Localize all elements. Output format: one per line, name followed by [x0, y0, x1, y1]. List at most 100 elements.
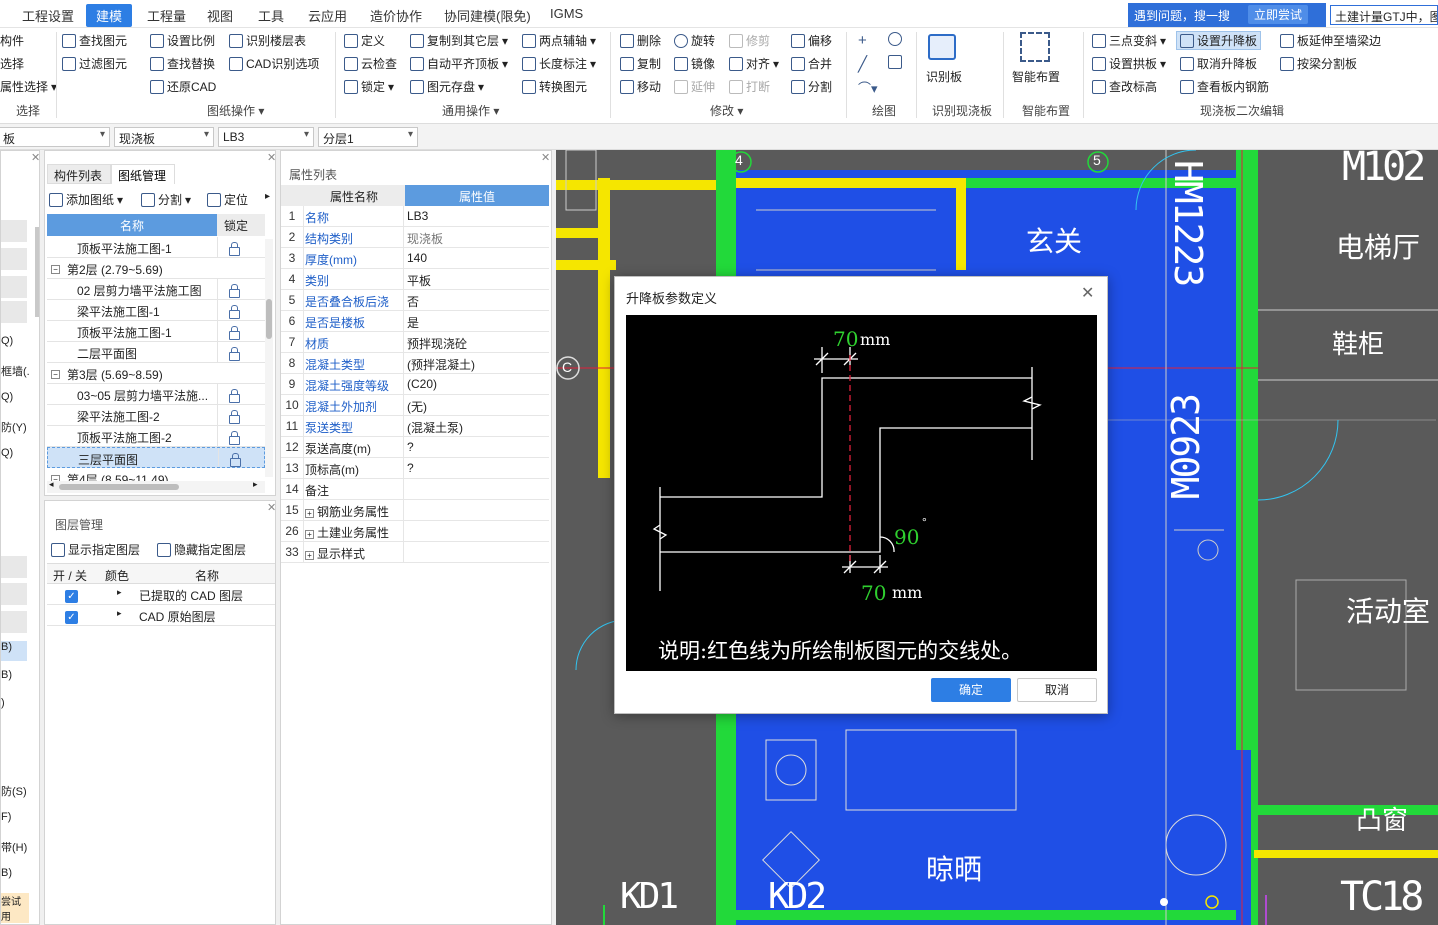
lock-icon[interactable] [229, 305, 240, 320]
mirror-button[interactable]: 镜像 [674, 55, 715, 72]
length-dimension-button[interactable]: 长度标注 ▾ [522, 55, 596, 72]
menu-igms[interactable]: IGMS [550, 6, 583, 21]
menu-project-settings[interactable]: 工程设置 [22, 6, 74, 25]
property-row[interactable]: 2 结构类别 现浇板 [281, 227, 549, 248]
check-elevation-button[interactable]: 查改标高 [1092, 78, 1157, 95]
menu-quantity[interactable]: 工程量 [147, 6, 186, 25]
strip-label[interactable]: 防(S) [1, 783, 27, 799]
lock-button[interactable]: 锁定 ▾ [344, 78, 394, 95]
strip-label[interactable]: 带(H) [1, 839, 27, 855]
property-row[interactable]: 11 泵送类型 (混凝土泵) [281, 416, 549, 437]
menu-view[interactable]: 视图 [207, 6, 233, 25]
strip-label[interactable]: 框墙(. [1, 363, 30, 379]
lock-icon[interactable] [229, 347, 240, 362]
tab-drawing-manager[interactable]: 图纸管理 [111, 164, 175, 184]
more-icon[interactable]: ▸ [265, 191, 270, 202]
close-icon[interactable]: ✕ [267, 501, 276, 514]
lock-icon[interactable] [229, 284, 240, 299]
layer-row[interactable]: ✓ ▸ CAD 原始图层 [47, 605, 275, 626]
view-slab-rebar-button[interactable]: 查看板内钢筋 [1180, 78, 1269, 95]
extend-slab-to-beam-button[interactable]: 板延伸至墙梁边 [1280, 32, 1381, 49]
close-icon[interactable]: ✕ [267, 151, 276, 164]
strip-item[interactable] [1, 301, 27, 323]
split-by-beam-button[interactable]: 按梁分割板 [1280, 55, 1357, 72]
draw-circle-tool[interactable] [888, 32, 902, 46]
point-select-button[interactable]: 选择 [0, 55, 24, 72]
draw-arc-tool[interactable]: ⌒▾ [858, 78, 878, 97]
expand-icon[interactable]: + [305, 509, 314, 518]
layer-row[interactable]: ✓ ▸ 已提取的 CAD 图层 [47, 584, 275, 605]
copy-to-other-floor-button[interactable]: 复制到其它层 ▾ [410, 32, 508, 49]
find-element-button[interactable]: 查找图元 [62, 32, 127, 49]
auto-align-top-button[interactable]: 自动平齐顶板 ▾ [410, 55, 508, 72]
drawing-row[interactable]: 二层平面图 [47, 342, 265, 363]
tree-hscrollbar[interactable]: ◂ ▸ [47, 479, 265, 493]
property-value[interactable]: 140 [407, 251, 427, 265]
layer-toggle-checkbox[interactable]: ✓ [65, 609, 78, 624]
move-button[interactable]: 移动 [620, 78, 661, 95]
tree-scroll-thumb[interactable] [266, 299, 272, 339]
identify-slab-button[interactable]: 识别板 [926, 68, 962, 85]
close-icon[interactable]: ✕ [541, 151, 550, 164]
strip-item[interactable] [1, 583, 27, 605]
property-row[interactable]: 8 混凝土类型 (预拌混凝土) [281, 353, 549, 374]
property-value[interactable]: ? [407, 440, 414, 454]
scroll-left-icon[interactable]: ◂ [49, 479, 54, 490]
attribute-select-button[interactable]: 属性选择 ▾ [0, 78, 57, 95]
cancel-button[interactable]: 取消 [1017, 678, 1097, 702]
bottom-offset-value[interactable]: 70 [861, 581, 886, 605]
strip-label[interactable]: B) [1, 641, 27, 661]
expand-icon[interactable]: + [305, 551, 314, 560]
strip-item[interactable] [1, 611, 27, 633]
identify-floor-table-button[interactable]: 识别楼层表 [229, 32, 306, 49]
draw-point-tool[interactable]: + [858, 32, 867, 49]
property-row[interactable]: 4 类别 平板 [281, 269, 549, 290]
add-drawing-button[interactable]: 添加图纸 ▾ [49, 191, 123, 208]
align-button[interactable]: 对齐 ▾ [729, 55, 779, 72]
strip-label[interactable]: Q) [1, 447, 13, 459]
property-row[interactable]: 33 + 显示样式 [281, 542, 549, 563]
hide-layer-button[interactable]: 隐藏指定图层 [157, 541, 246, 558]
property-value[interactable]: 预拌现浇砼 [407, 335, 467, 352]
cancel-raise-lower-button[interactable]: 取消升降板 [1180, 55, 1257, 72]
property-row[interactable]: 12 泵送高度(m)? [281, 437, 549, 458]
type-select[interactable]: 现浇板 [114, 127, 214, 147]
close-icon[interactable]: ✕ [31, 151, 40, 164]
drawing-row[interactable]: 顶板平法施工图-2 [47, 426, 265, 447]
set-raise-lower-slab-button[interactable]: 设置升降板 [1176, 31, 1262, 50]
three-point-slope-button[interactable]: 三点变斜 ▾ [1092, 32, 1166, 49]
menu-cost-collab[interactable]: 造价协作 [370, 6, 422, 25]
cad-options-button[interactable]: CAD识别选项 [229, 55, 319, 72]
menu-modeling[interactable]: 建模 [86, 4, 133, 27]
property-value[interactable]: 平板 [407, 272, 431, 289]
drawing-row[interactable]: 梁平法施工图-1 [47, 300, 265, 321]
property-row[interactable]: 15 + 钢筋业务属性 [281, 500, 549, 521]
lock-icon[interactable] [229, 242, 240, 257]
split-button[interactable]: 分割 [791, 78, 832, 95]
category-select[interactable]: 板 [0, 127, 110, 147]
show-layer-button[interactable]: 显示指定图层 [51, 541, 140, 558]
copy-button[interactable]: 复制 [620, 55, 661, 72]
draw-line-tool[interactable]: ╱ [858, 55, 867, 73]
convert-element-button[interactable]: 转换图元 [522, 78, 587, 95]
strip-label[interactable]: Q) [1, 335, 13, 347]
property-value[interactable]: 现浇板 [407, 230, 443, 247]
two-point-axis-button[interactable]: 两点辅轴 ▾ [522, 32, 596, 49]
drawing-row[interactable]: 梁平法施工图-2 [47, 405, 265, 426]
locate-button[interactable]: 定位 [207, 191, 248, 208]
set-arch-slab-button[interactable]: 设置拱板 ▾ [1092, 55, 1166, 72]
drawing-row[interactable]: 三层平面图 [47, 447, 265, 468]
lock-icon[interactable] [229, 410, 240, 425]
find-replace-button[interactable]: 查找替换 [150, 55, 215, 72]
property-value[interactable]: ? [407, 461, 414, 475]
close-icon[interactable]: ✕ [1081, 283, 1094, 303]
floor-group-row[interactable]: − 第4层 (8.59~11.49) [47, 468, 265, 481]
drawing-row[interactable]: 顶板平法施工图-1 [47, 321, 265, 342]
strip-label[interactable]: B) [1, 867, 12, 879]
strip-item[interactable] [1, 276, 27, 298]
expand-icon[interactable]: ▸ [117, 587, 122, 598]
filter-element-button[interactable]: 过滤图元 [62, 55, 127, 72]
break-button[interactable]: 打断 [729, 78, 770, 95]
try-now-button[interactable]: 立即尝试 [1248, 5, 1309, 24]
lock-icon[interactable] [229, 326, 240, 341]
